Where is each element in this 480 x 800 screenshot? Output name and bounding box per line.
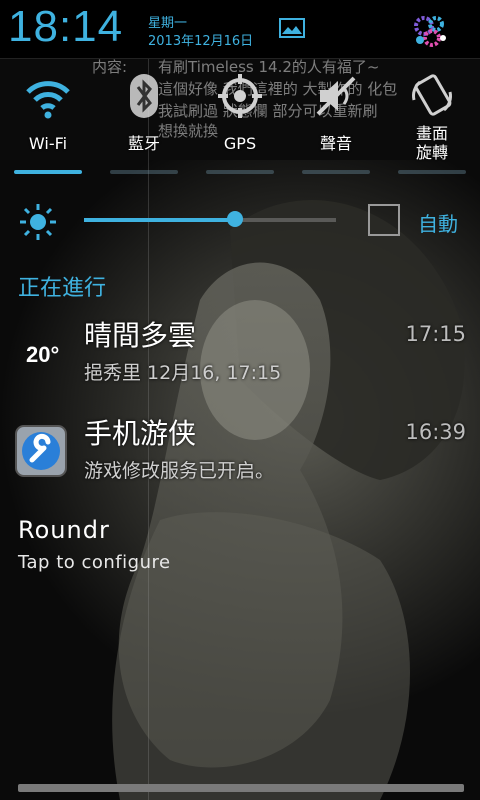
brightness-icon [20,204,56,240]
toggle-indicator [110,170,178,174]
status-header: 18:14 星期一 2013年12月16日 [0,0,480,59]
toggle-wifi[interactable]: Wi-Fi [0,62,96,174]
notification-text: 挹秀里 12月16, 17:15 [84,362,282,384]
shade-handle[interactable] [18,784,464,792]
notification-roundr[interactable]: Roundr Tap to configure [0,512,480,582]
toggle-gps[interactable]: GPS [192,62,288,174]
toggle-bluetooth[interactable]: 藍牙 [96,62,192,174]
toggle-indicator [14,170,82,174]
clock[interactable]: 18:14 [8,2,123,52]
notification-time: 17:15 [405,322,466,346]
quick-toggles: Wi-Fi 藍牙 GPS 聲音 畫面 旋轉 [0,62,480,177]
image-icon [279,18,305,38]
notification-title: Roundr [18,516,110,544]
notification-title: 手机游侠 [84,417,197,450]
notification-text: Tap to configure [18,552,171,573]
toggle-indicator [206,170,274,174]
auto-brightness-label: 自動 [418,212,458,236]
weather-icon: 20° [26,342,60,367]
weekday: 星期一 [148,16,188,31]
notification-game[interactable]: 手机游侠 游戏修改服务已开启。 16:39 [0,410,480,492]
auto-brightness-checkbox[interactable] [368,204,400,236]
toggle-label-line2: 旋轉 [415,143,448,162]
toggle-label: 聲音 [319,134,352,153]
notification-title: 晴間多雲 [84,319,197,352]
toggle-label: 畫面 旋轉 [384,124,480,162]
notification-time: 16:39 [405,420,466,444]
toggle-indicator [398,170,466,174]
toggle-indicator [302,170,370,174]
toggle-label: 藍牙 [127,134,160,153]
rotate-icon [412,74,452,116]
notification-text: 游戏修改服务已开启。 [84,460,275,482]
brightness-slider-fill [84,218,235,222]
bluetooth-icon [130,74,158,118]
gps-icon [218,74,262,118]
toggle-label: Wi-Fi [28,134,68,153]
brightness-slider-thumb[interactable] [227,211,243,227]
toggle-label: GPS [223,134,257,153]
wrench-app-icon [15,425,67,477]
toggle-rotate[interactable]: 畫面 旋轉 [384,62,480,174]
wifi-icon [26,81,70,119]
toggle-label-line1: 畫面 [415,124,448,143]
section-title: 正在進行 [18,276,107,301]
settings-shortcut-icon[interactable] [410,12,450,48]
toggle-sound[interactable]: 聲音 [288,62,384,174]
sound-muted-icon [316,76,356,116]
brightness-row: 自動 [0,196,480,248]
date[interactable]: 2013年12月16日 [148,30,253,49]
notification-weather[interactable]: 20° 晴間多雲 挹秀里 12月16, 17:15 17:15 [0,312,480,394]
